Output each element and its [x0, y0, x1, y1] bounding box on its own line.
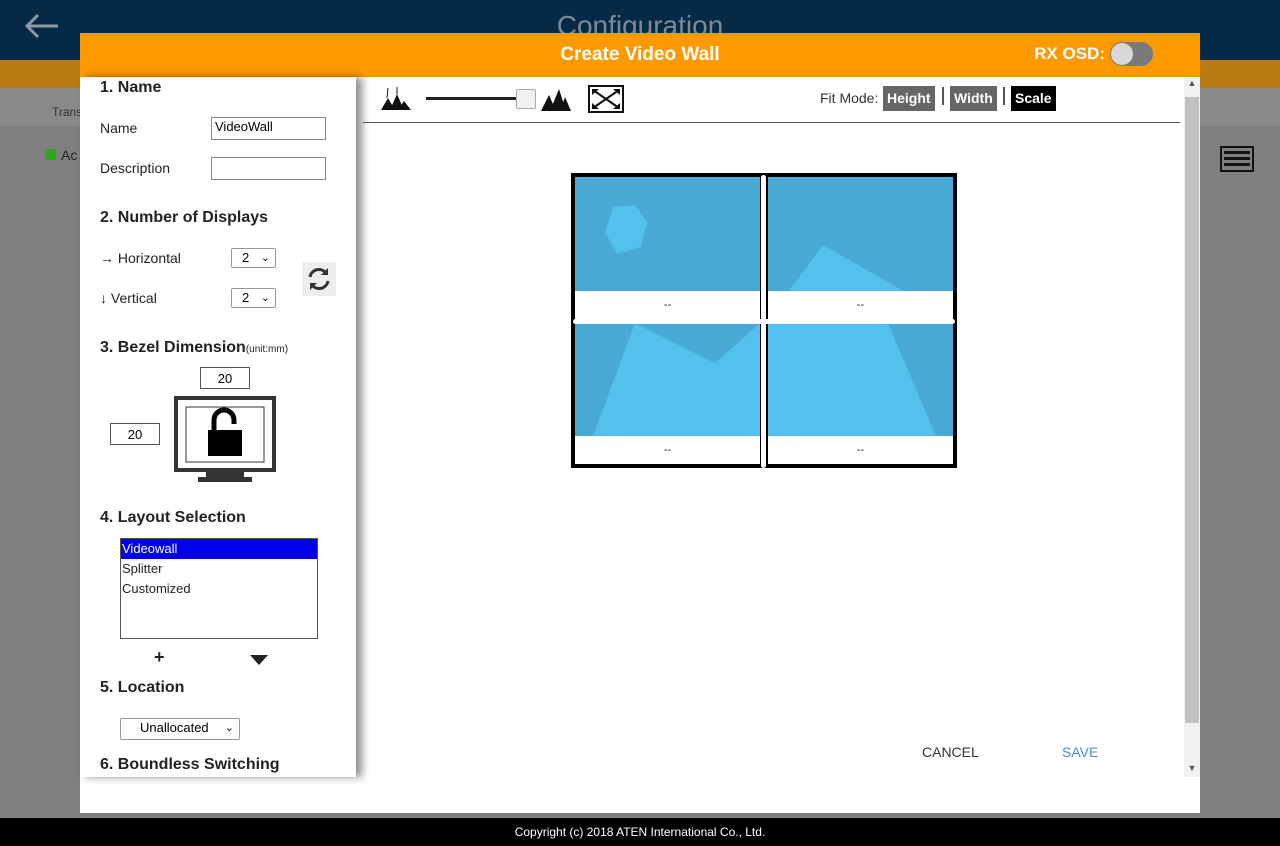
bezel-left-input[interactable]: 20: [110, 423, 160, 445]
cancel-button[interactable]: CANCEL: [922, 744, 979, 760]
vertical-label: ↓ Vertical: [100, 290, 157, 306]
section-boundless-heading: 6. Boundless Switching: [100, 756, 280, 773]
scroll-down-arrow-icon[interactable]: ▼: [1184, 763, 1200, 773]
settings-panel: 1. Name Name VideoWall Description 2. Nu…: [80, 77, 356, 777]
monitor-lock-icon[interactable]: [174, 396, 276, 487]
chevron-down-icon: ⌄: [224, 722, 234, 734]
zoom-slider-track[interactable]: [426, 97, 526, 100]
dialog-header: Create Video Wall RX OSD:: [80, 33, 1200, 77]
chevron-down-icon: ⌄: [260, 292, 270, 304]
fit-screen-icon[interactable]: [588, 85, 624, 118]
fit-separator: [942, 87, 944, 105]
dialog-title: Create Video Wall: [560, 44, 720, 65]
location-value: Unallocated: [140, 720, 209, 735]
bezel-heading-text: 3. Bezel Dimension: [100, 339, 246, 356]
refresh-button[interactable]: [302, 262, 336, 296]
layout-item-videowall[interactable]: Videowall: [121, 539, 317, 559]
section-name-heading: 1. Name: [100, 79, 162, 96]
location-select[interactable]: Unallocated ⌄: [120, 718, 240, 740]
zoom-out-mountains-icon[interactable]: [380, 86, 412, 117]
horizontal-label: → Horizontal: [100, 250, 181, 266]
horizontal-divider-handle[interactable]: [573, 319, 955, 324]
fit-height-button[interactable]: Height: [883, 86, 935, 111]
zoom-in-mountains-icon[interactable]: [540, 86, 572, 117]
display-label: --: [575, 436, 760, 464]
list-view-icon[interactable]: [1220, 146, 1254, 177]
bezel-unit: (unit:mm): [245, 344, 289, 355]
vertical-value: 2: [242, 290, 250, 305]
create-video-wall-dialog: Create Video Wall RX OSD: 1. Name Name V…: [80, 33, 1200, 813]
chevron-down-icon: ⌄: [260, 252, 270, 264]
section-displays-heading: 2. Number of Displays: [100, 209, 269, 226]
horizontal-select[interactable]: 2 ⌄: [231, 248, 276, 268]
description-input[interactable]: [211, 157, 326, 180]
app-tab-label[interactable]: Trans: [52, 105, 82, 119]
layout-menu-triangle-icon[interactable]: [250, 655, 268, 665]
description-label: Description: [100, 160, 171, 176]
toggle-knob: [1111, 43, 1133, 65]
status-indicator: [45, 149, 56, 160]
rx-osd-label: RX OSD:: [1034, 44, 1105, 63]
zoom-slider-thumb[interactable]: [516, 89, 536, 109]
layout-item-splitter[interactable]: Splitter: [121, 559, 317, 579]
fit-separator: [1003, 87, 1005, 105]
scroll-up-arrow-icon[interactable]: ▲: [1184, 78, 1200, 88]
horizontal-value: 2: [242, 250, 250, 265]
section-location-heading: 5. Location: [100, 679, 185, 696]
vertical-select[interactable]: 2 ⌄: [231, 288, 276, 308]
display-tile[interactable]: --: [768, 323, 953, 464]
display-label: --: [575, 291, 760, 319]
display-label: --: [768, 291, 953, 319]
layout-listbox[interactable]: Videowall Splitter Customized: [120, 538, 318, 639]
rx-osd-toggle[interactable]: [1110, 42, 1153, 66]
fit-width-button[interactable]: Width: [950, 86, 997, 111]
scrollbar-thumb[interactable]: [1185, 97, 1199, 723]
refresh-icon: [308, 268, 330, 290]
display-tile[interactable]: --: [768, 177, 953, 319]
status-text: Ac: [61, 147, 78, 163]
display-tile[interactable]: --: [575, 177, 760, 319]
save-button[interactable]: SAVE: [1062, 744, 1098, 760]
name-input[interactable]: VideoWall: [211, 117, 326, 140]
layout-item-customized[interactable]: Customized: [121, 579, 317, 599]
name-label: Name: [100, 120, 138, 136]
bezel-top-input[interactable]: 20: [200, 367, 250, 389]
section-bezel-heading: 3. Bezel Dimension(unit:mm): [100, 339, 288, 357]
display-tile[interactable]: --: [575, 323, 760, 464]
toolbar-divider: [363, 122, 1180, 123]
footer-copyright: Copyright (c) 2018 ATEN International Co…: [0, 818, 1280, 846]
section-layout-heading: 4. Layout Selection: [100, 509, 246, 526]
add-layout-button[interactable]: +: [154, 647, 165, 668]
display-label: --: [768, 436, 953, 464]
fit-scale-button[interactable]: Scale: [1011, 86, 1056, 111]
fit-mode-label: Fit Mode:: [820, 90, 879, 106]
